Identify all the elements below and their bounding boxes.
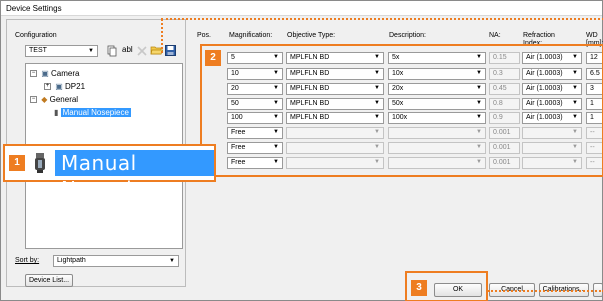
zoom-callout-label: Manual Nosepiece — [55, 150, 214, 201]
tree-item-camera[interactable]: − ▣ Camera — [30, 69, 79, 78]
connector-line — [161, 19, 163, 53]
callout-badge-3: 3 — [411, 280, 427, 296]
chevron-down-icon: ▼ — [169, 258, 175, 264]
tree-item-dp21[interactable]: + ▣ DP21 — [44, 82, 85, 91]
highlight-box-table — [200, 44, 603, 177]
callout-badge-2: 2 — [205, 50, 221, 66]
collapse-icon[interactable]: − — [30, 96, 37, 104]
header-pos: Pos. — [197, 32, 212, 39]
connector-line — [161, 18, 603, 20]
device-list-button[interactable]: Device List... — [25, 274, 73, 287]
copy-icon[interactable] — [107, 45, 117, 57]
connector-line — [488, 290, 603, 292]
save-icon[interactable] — [165, 45, 176, 56]
delete-icon[interactable] — [137, 46, 147, 56]
sort-select[interactable]: Lightpath ▼ — [53, 255, 179, 267]
header-description: Description: — [389, 32, 426, 39]
callout-badge-1: 1 — [9, 155, 25, 171]
nosepiece-icon — [35, 153, 45, 173]
header-objective-type: Objective Type: — [287, 32, 336, 39]
configuration-label: Configuration — [15, 32, 57, 39]
device-settings-window: Device Settings Configuration TEST ▼ abl… — [0, 0, 603, 301]
zoom-callout: 1 Manual Nosepiece — [3, 144, 216, 201]
rename-icon[interactable]: abl — [122, 45, 133, 54]
configuration-select[interactable]: TEST ▼ — [25, 45, 98, 57]
window-title: Device Settings — [6, 4, 62, 13]
camera-icon: ▣ — [55, 82, 63, 91]
tree-item-general[interactable]: − ◆ General — [30, 95, 78, 104]
header-na: NA: — [489, 32, 501, 39]
tree-item-label: Camera — [51, 69, 80, 78]
configuration-select-value: TEST — [29, 47, 47, 54]
title-bar: Device Settings — [1, 1, 602, 16]
tree-item-label: Manual Nosepiece — [60, 108, 131, 117]
microscope-icon: ◆ — [41, 95, 48, 104]
header-magnification: Magnification: — [229, 32, 273, 39]
sort-label: Sort by: — [15, 257, 40, 264]
sort-select-value: Lightpath — [57, 257, 86, 264]
camera-icon: ▣ — [41, 69, 49, 78]
tree-item-label: General — [49, 95, 79, 104]
tree-item-manual-nosepiece[interactable]: ▮ Manual Nosepiece — [54, 108, 131, 117]
tree-item-label: DP21 — [65, 82, 86, 91]
nosepiece-icon: ▮ — [54, 108, 59, 117]
collapse-icon[interactable]: − — [30, 70, 37, 78]
expand-icon[interactable]: + — [44, 83, 51, 91]
chevron-down-icon: ▼ — [88, 48, 94, 54]
